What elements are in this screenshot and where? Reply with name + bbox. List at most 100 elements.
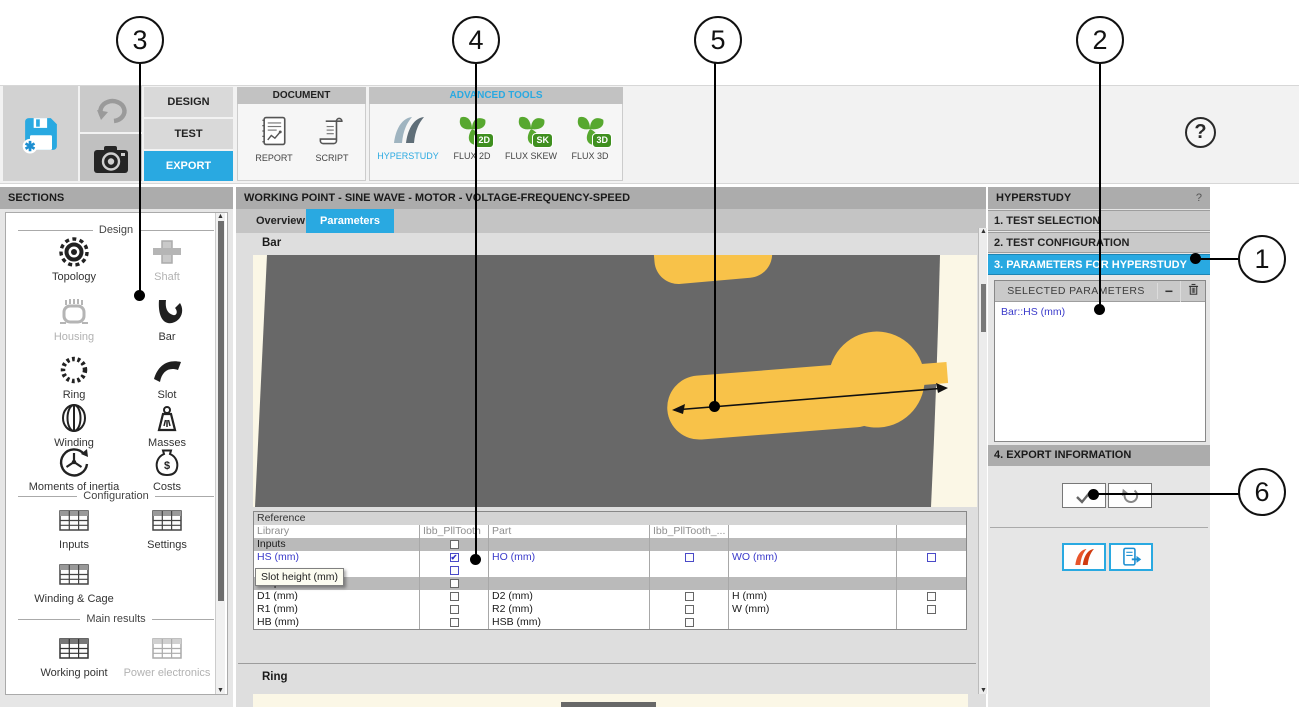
hsb-checkbox[interactable] bbox=[685, 618, 694, 627]
scroll-down-icon[interactable]: ▼ bbox=[217, 687, 224, 694]
sidebar-item-ring[interactable]: Ring bbox=[24, 353, 124, 401]
tab-parameters-label: Parameters bbox=[320, 215, 380, 227]
export-mode-button[interactable]: EXPORT bbox=[144, 151, 233, 181]
hyperstudy-button[interactable]: HYPERSTUDY bbox=[377, 112, 439, 161]
sidebar-scrollbar[interactable]: ▲ ▼ bbox=[215, 213, 225, 694]
callout-1-number: 1 bbox=[1254, 244, 1269, 275]
flux2d-button[interactable]: 2D FLUX 2D bbox=[444, 110, 500, 161]
validate-button[interactable] bbox=[1062, 483, 1106, 508]
working-point-icon bbox=[57, 631, 91, 665]
callout-6-circle: 6 bbox=[1238, 468, 1286, 516]
screenshot-button[interactable] bbox=[80, 134, 142, 181]
test-mode-button[interactable]: TEST bbox=[144, 119, 233, 149]
report-button[interactable]: REPORT bbox=[248, 112, 300, 163]
table-row-outputs-band: Outputs bbox=[254, 577, 966, 590]
winding-cage-label: Winding & Cage bbox=[24, 593, 124, 605]
bar-geometry-view[interactable] bbox=[253, 255, 977, 507]
col-part-header: Part bbox=[488, 525, 649, 538]
inputs-band-label: Inputs bbox=[254, 538, 419, 551]
flux3d-button[interactable]: 3D FLUX 3D bbox=[562, 110, 618, 161]
main-scrollbar[interactable]: ▲ ▼ bbox=[978, 228, 987, 694]
help-question-glyph: ? bbox=[1194, 121, 1206, 144]
sidebar-item-settings[interactable]: Settings bbox=[117, 503, 217, 551]
save-button[interactable]: ✱ bbox=[3, 86, 78, 181]
help-button[interactable]: ? bbox=[1185, 117, 1216, 148]
callout-1-circle: 1 bbox=[1238, 235, 1286, 283]
r1-checkbox[interactable] bbox=[450, 605, 459, 614]
callout-4-number: 4 bbox=[468, 25, 483, 56]
sidebar-item-winding-cage[interactable]: Winding & Cage bbox=[24, 557, 124, 605]
r2-checkbox[interactable] bbox=[685, 605, 694, 614]
callout-3-number: 3 bbox=[132, 25, 147, 56]
step-export-information[interactable]: 4. EXPORT INFORMATION bbox=[988, 445, 1210, 466]
main-scroll-up-icon[interactable]: ▲ bbox=[980, 228, 987, 235]
wo-checkbox[interactable] bbox=[927, 553, 936, 562]
hb-checkbox[interactable] bbox=[450, 618, 459, 627]
d2-param-label: D2 (mm) bbox=[488, 590, 649, 603]
sidebar-item-topology[interactable]: Topology bbox=[24, 235, 124, 283]
svg-text:✱: ✱ bbox=[24, 139, 35, 154]
r1-param-label: R1 (mm) bbox=[254, 603, 419, 616]
sidebar-item-working-point[interactable]: Working point bbox=[24, 631, 124, 679]
clear-parameters-button[interactable] bbox=[1180, 281, 1205, 302]
hs-checkbox[interactable]: ✔ bbox=[450, 553, 459, 562]
h-checkbox[interactable] bbox=[927, 592, 936, 601]
w-checkbox[interactable] bbox=[927, 605, 936, 614]
ring-geometry-view[interactable] bbox=[253, 694, 968, 707]
sidebar-item-bar[interactable]: Bar bbox=[117, 295, 217, 343]
test-label: TEST bbox=[174, 128, 202, 140]
sidebar-item-slot[interactable]: Slot bbox=[117, 353, 217, 401]
report-label: REPORT bbox=[248, 153, 300, 163]
export-file-button[interactable] bbox=[1109, 543, 1153, 571]
col-empty2-header bbox=[896, 525, 966, 538]
d2-checkbox[interactable] bbox=[685, 592, 694, 601]
fluxskew-button[interactable]: SK FLUX SKEW bbox=[501, 110, 561, 161]
reference-label: Reference bbox=[254, 512, 966, 525]
hyperstudy-panel-help[interactable]: ? bbox=[1196, 187, 1202, 209]
wo-param-label[interactable]: WO (mm) bbox=[728, 551, 896, 564]
script-button[interactable]: SCRIPT bbox=[306, 112, 358, 163]
flux3d-label: FLUX 3D bbox=[562, 151, 618, 161]
bar-section-header: Bar bbox=[262, 237, 281, 249]
flux3d-badge: 3D bbox=[592, 133, 612, 148]
configuration-group-divider: Configuration bbox=[18, 490, 214, 502]
sidebar-item-moments-of-inertia[interactable]: Moments of inertia bbox=[24, 445, 124, 493]
sidebar-item-masses[interactable]: Masses bbox=[117, 401, 217, 449]
main-scrollbar-thumb[interactable] bbox=[981, 284, 986, 332]
camera-icon bbox=[91, 140, 131, 176]
sections-panel: Design Topology Shaft bbox=[5, 212, 228, 695]
inputs-select-all-checkbox[interactable] bbox=[450, 540, 459, 549]
hs-param-label[interactable]: HS (mm) bbox=[254, 551, 419, 564]
table-row-hs: HS (mm) ✔ HO (mm) WO (mm) bbox=[254, 551, 966, 564]
flux2d-badge: 2D bbox=[474, 133, 494, 148]
design-mode-button[interactable]: DESIGN bbox=[144, 87, 233, 117]
sidebar-item-winding[interactable]: Winding bbox=[24, 401, 124, 449]
hidden-row-checkbox[interactable] bbox=[450, 566, 459, 575]
export-divider bbox=[990, 527, 1208, 528]
bar-icon bbox=[150, 295, 184, 329]
callout-2-number: 2 bbox=[1092, 25, 1107, 56]
callout-1-dot bbox=[1190, 253, 1201, 264]
tab-parameters[interactable]: Parameters bbox=[306, 209, 394, 233]
col-empty-header bbox=[728, 525, 896, 538]
scroll-up-icon[interactable]: ▲ bbox=[217, 213, 224, 220]
undo-button[interactable] bbox=[80, 86, 142, 132]
table-row-headers: Library Ibb_PllTooth Part Ibb_PllTooth_.… bbox=[254, 525, 966, 538]
sidebar-item-housing: Housing bbox=[24, 295, 124, 343]
col-library-header: Library bbox=[254, 525, 419, 538]
export-hyperstudy-button[interactable] bbox=[1062, 543, 1106, 571]
ring-lamination-edge bbox=[561, 702, 656, 707]
ho-checkbox[interactable] bbox=[685, 553, 694, 562]
fluxskew-icon: SK bbox=[511, 110, 551, 148]
reset-button[interactable] bbox=[1108, 483, 1152, 508]
ho-param-label[interactable]: HO (mm) bbox=[488, 551, 649, 564]
sidebar-scrollbar-thumb[interactable] bbox=[218, 221, 224, 601]
outputs-select-all-checkbox[interactable] bbox=[450, 579, 459, 588]
d1-checkbox[interactable] bbox=[450, 592, 459, 601]
sidebar-item-costs[interactable]: $ Costs bbox=[117, 445, 217, 493]
sidebar-item-inputs[interactable]: Inputs bbox=[24, 503, 124, 551]
main-scroll-down-icon[interactable]: ▼ bbox=[980, 687, 987, 694]
remove-parameter-button[interactable]: − bbox=[1157, 283, 1180, 299]
fluxskew-label: FLUX SKEW bbox=[501, 151, 561, 161]
table-row-hidden bbox=[254, 564, 966, 577]
